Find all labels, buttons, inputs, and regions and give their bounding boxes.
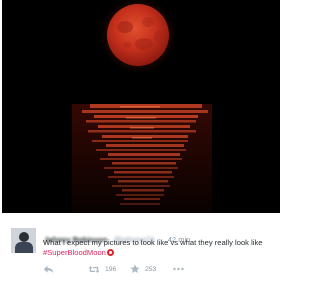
retweet-button[interactable]: 196 (88, 263, 116, 275)
tweet-card: Johnny Robinson @johnnyr23 · 42 min What… (0, 0, 281, 281)
blood-moon-photo (2, 0, 280, 213)
retweet-icon (88, 265, 100, 273)
retweet-count: 196 (105, 265, 117, 273)
favorite-count: 253 (145, 265, 157, 273)
avatar[interactable] (11, 228, 36, 253)
more-button[interactable] (173, 263, 184, 275)
favorite-button[interactable]: 253 (130, 263, 156, 275)
hashtag-link[interactable]: #SuperBloodMoon (43, 248, 106, 257)
tweet-text-body: What I expect my pictures to look like v… (43, 238, 263, 247)
red-circle-emoji-icon (106, 249, 114, 256)
tweet-photo[interactable] (2, 0, 280, 213)
reply-button[interactable] (43, 263, 54, 275)
tweet-text: What I expect my pictures to look like v… (43, 238, 278, 258)
tweet-actions: 196 253 (0, 263, 281, 275)
star-icon (130, 264, 140, 274)
tweet-header: Johnny Robinson @johnnyr23 · 42 min (44, 229, 190, 244)
tweet-body: Johnny Robinson @johnnyr23 · 42 min What… (0, 213, 281, 281)
more-dots-icon (173, 267, 184, 271)
reply-icon (43, 265, 54, 273)
